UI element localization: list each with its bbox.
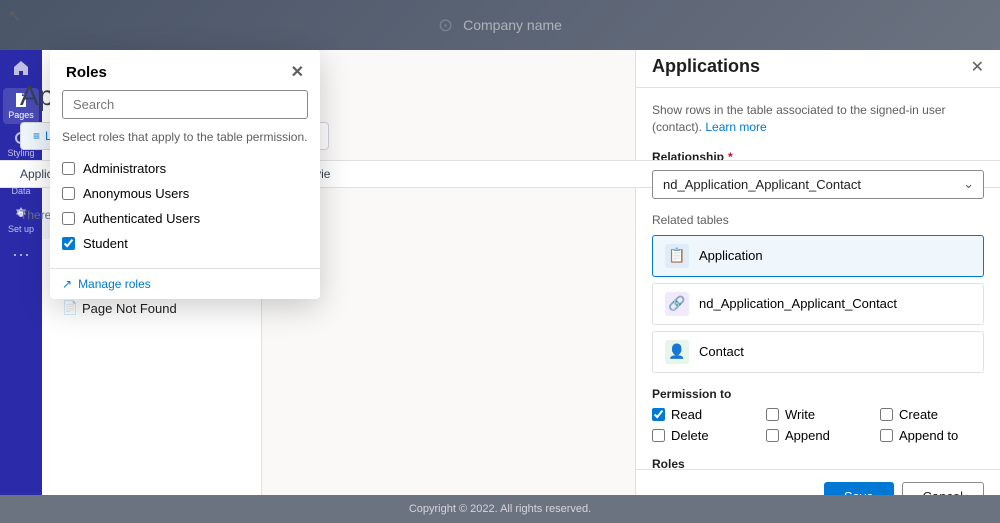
relationship-select[interactable]: nd_Application_Applicant_Contact: [652, 170, 984, 199]
role-authenticated-users[interactable]: Authenticated Users: [262, 206, 308, 231]
roles-list: Administrators Anonymous Users Authentic…: [262, 156, 320, 268]
canvas-header: ⊙ Company name: [262, 42, 635, 50]
footer-text: Copyright © 2022. All rights reserved.: [409, 503, 591, 515]
manage-roles-link[interactable]: ↗ Manage roles: [262, 268, 320, 299]
main-layout: Pages Styling Data Set up ··· Pages Main…: [0, 42, 1000, 523]
roles-modal-header: Roles ✕: [262, 50, 320, 90]
roles-modal: Roles ✕ Select roles that apply to the t…: [262, 50, 320, 299]
roles-description: Select roles that apply to the table per…: [262, 129, 320, 156]
role-anonymous-users[interactable]: Anonymous Users: [262, 181, 308, 206]
page-canvas: ↖ ⊙ Company name Applica ≡ List ✎ Edit v…: [262, 42, 635, 523]
roles-modal-close-button[interactable]: ✕: [291, 62, 304, 82]
roles-search-input[interactable]: [262, 90, 308, 119]
role-student[interactable]: Student: [262, 231, 308, 256]
page-footer: Copyright © 2022. All rights reserved.: [262, 495, 635, 523]
content-area: ↖ ⊙ Company name Applica ≡ List ✎ Edit v…: [262, 42, 635, 523]
role-administrators[interactable]: Administrators: [262, 156, 308, 181]
relationship-select-wrap: nd_Application_Applicant_Contact: [652, 170, 984, 199]
